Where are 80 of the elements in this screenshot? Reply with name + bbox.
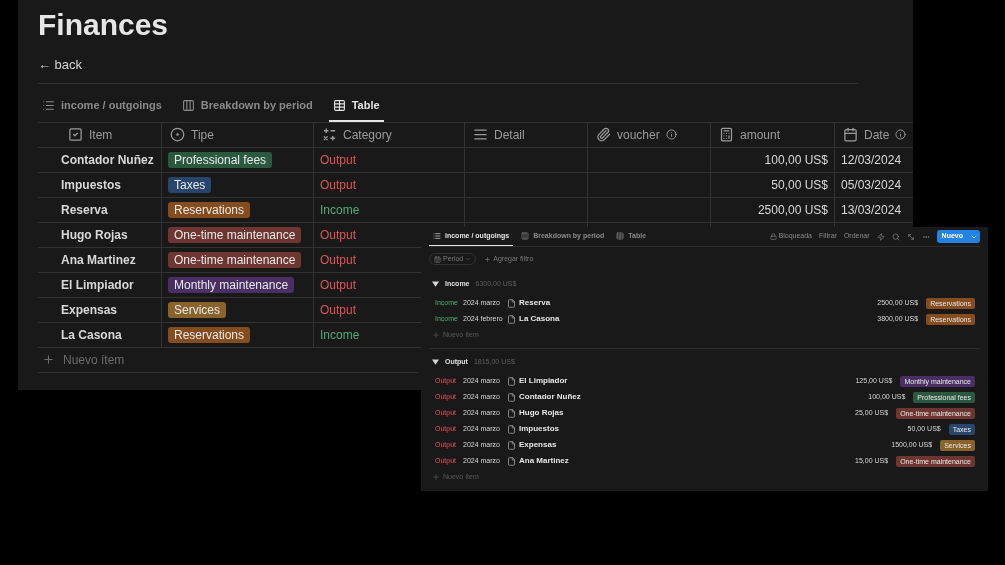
caret-icon	[465, 256, 472, 262]
circle-dot-icon	[170, 127, 185, 142]
table-cell-text: 100,00 US$	[764, 151, 828, 169]
table-cell-text: Output	[320, 151, 357, 169]
item-title[interactable]: Contador Nuñez	[519, 391, 581, 403]
diagonal-arrows-icon[interactable]	[906, 232, 915, 241]
table-cell-text: Output	[320, 226, 357, 244]
item-title[interactable]: Expensas	[519, 439, 557, 451]
plus-icon	[432, 473, 440, 481]
item-title[interactable]: Hugo Rojas	[519, 407, 564, 419]
plus-icon	[42, 353, 55, 366]
item-title[interactable]: El Limpiador	[519, 375, 568, 387]
lock-icon	[769, 233, 777, 240]
table-cell-text: Income	[320, 326, 360, 344]
column-header[interactable]: Tipe	[161, 122, 313, 147]
plus-icon	[484, 255, 492, 263]
page-icon	[507, 424, 516, 434]
table-cell-text: Output	[320, 251, 357, 269]
view-tab[interactable]: income / outgoings	[38, 91, 166, 122]
tag: One-time maintenance	[168, 226, 302, 243]
table-cell-text: Income	[320, 201, 360, 219]
item-title[interactable]: Impuestos	[519, 423, 559, 435]
column-header[interactable]: Date	[834, 122, 913, 147]
table-cell-text: Impuestos	[61, 176, 121, 194]
table-cell-text: Reserva	[61, 201, 108, 219]
list-icon	[42, 99, 55, 112]
expanded-triangle-icon[interactable]	[432, 281, 439, 287]
table-cell-text: Ana Martinez	[61, 251, 136, 269]
lightning-icon[interactable]	[876, 232, 885, 241]
tag: Monthly maintenance	[168, 276, 295, 293]
column-header[interactable]: Item	[38, 122, 161, 147]
table-cell-text: Hugo Rojas	[61, 226, 128, 244]
math-symbols-icon	[322, 127, 337, 142]
checkbox-icon	[68, 127, 83, 142]
table-cell-text: Output	[320, 176, 357, 194]
column-header[interactable]: Detail	[464, 122, 587, 147]
table-cell-text: Contador Nuñez	[61, 151, 154, 169]
info-icon[interactable]	[665, 129, 677, 140]
new-item-button[interactable]: Nuevo ítem	[38, 347, 125, 372]
page-icon	[507, 314, 516, 324]
search-icon[interactable]	[891, 232, 900, 241]
tag: One-time maintenance	[168, 251, 302, 268]
calculator-icon	[719, 127, 734, 142]
lines-icon	[473, 127, 488, 142]
table-cell-text: 13/03/2024	[841, 201, 902, 219]
view-tab[interactable]: Table	[328, 91, 384, 122]
table-cell-text: Output	[320, 276, 357, 294]
column-header[interactable]: amount	[710, 122, 834, 147]
back-link[interactable]: ← back	[38, 55, 83, 75]
table-cell-text: La Casona	[61, 326, 122, 344]
page-icon	[507, 376, 516, 386]
page-icon	[507, 440, 516, 450]
plus-icon	[432, 331, 440, 339]
paperclip-icon	[596, 127, 611, 142]
tag: Taxes	[168, 176, 212, 193]
table-cell-text: Output	[320, 301, 357, 319]
page-icon	[507, 298, 516, 308]
tag: Reservations	[168, 201, 251, 218]
tag: Services	[168, 301, 226, 318]
table-cell-text: 2500,00 US$	[757, 201, 828, 219]
list-icon	[433, 232, 441, 240]
table-cell-text: El Limpiador	[61, 276, 134, 294]
item-title[interactable]: Ana Martinez	[519, 455, 569, 467]
item-title[interactable]: La Casona	[519, 313, 560, 325]
item-title[interactable]: Reserva	[519, 297, 551, 309]
tag: Professional fees	[168, 151, 273, 168]
table-cell-text: Expensas	[61, 301, 118, 319]
table-cell-text: 12/03/2024	[841, 151, 902, 169]
table-cell-text: 05/03/2024	[841, 176, 902, 194]
table-cell-text: 50,00 US$	[771, 176, 828, 194]
page-icon	[507, 392, 516, 402]
page-icon	[507, 456, 516, 466]
column-header[interactable]: Category	[313, 122, 464, 147]
tag: Reservations	[168, 326, 251, 343]
info-icon[interactable]	[895, 129, 907, 140]
view-tab[interactable]: Breakdown by period	[177, 91, 317, 122]
expanded-triangle-icon[interactable]	[432, 359, 439, 365]
page-title: Finances	[38, 7, 170, 40]
page-icon	[507, 408, 516, 418]
column-header[interactable]: voucher	[587, 122, 710, 147]
